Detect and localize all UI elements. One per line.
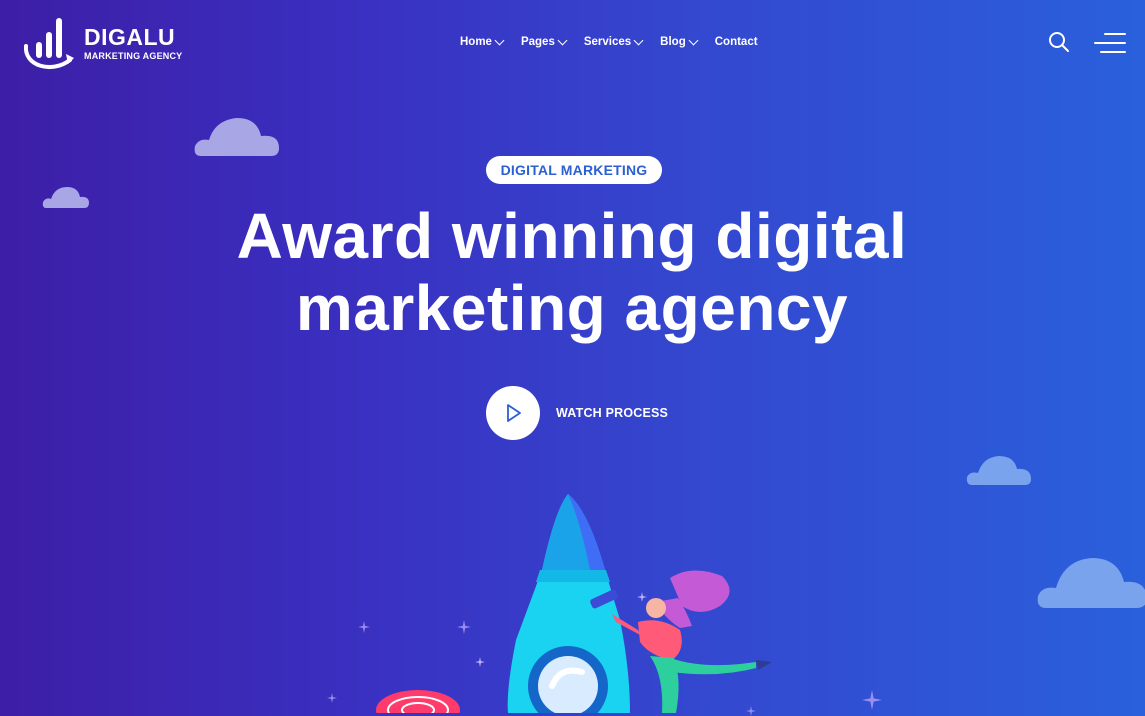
sparkle-decoration xyxy=(862,690,882,710)
chevron-down-icon xyxy=(557,35,568,46)
hero-title-line1: Award winning digital xyxy=(236,200,908,272)
chevron-down-icon xyxy=(633,35,644,46)
chevron-down-icon xyxy=(494,35,505,46)
nav-item-home[interactable]: Home xyxy=(460,35,505,48)
play-button[interactable] xyxy=(486,386,540,440)
watch-process-label: WATCH PROCESS xyxy=(556,406,669,420)
rocket-illustration xyxy=(376,494,772,713)
chevron-down-icon xyxy=(688,35,699,46)
hero-title-line2: marketing agency xyxy=(295,272,849,344)
nav-label: Contact xyxy=(714,36,758,48)
hamburger-menu-icon[interactable] xyxy=(1094,33,1126,53)
nav-item-contact[interactable]: Contact xyxy=(715,36,758,48)
hero-badge: DIGITAL MARKETING xyxy=(486,156,662,184)
nav-label: Home xyxy=(460,36,492,48)
play-icon xyxy=(507,404,521,422)
main-nav: Home Pages Services Blog Contact xyxy=(460,35,758,48)
nav-label: Blog xyxy=(660,36,686,48)
cloud-decoration xyxy=(966,456,1031,485)
nav-label: Services xyxy=(583,36,632,48)
hero-title: Award winning digital marketing agency xyxy=(172,200,972,344)
cloud-decoration xyxy=(42,187,89,208)
logo-chart-icon xyxy=(22,16,78,70)
nav-label: Pages xyxy=(520,36,555,48)
nav-item-pages[interactable]: Pages xyxy=(520,35,568,48)
target-icon xyxy=(376,690,460,713)
nav-item-blog[interactable]: Blog xyxy=(660,35,699,48)
logo-tagline: MARKETING AGENCY xyxy=(84,50,183,61)
logo-name: DIGALU xyxy=(84,23,176,50)
logo[interactable]: DIGALU MARKETING AGENCY xyxy=(22,16,182,70)
cloud-decoration xyxy=(194,118,279,156)
watch-process-button[interactable]: WATCH PROCESS xyxy=(486,386,668,440)
nav-item-services[interactable]: Services xyxy=(583,35,644,48)
site-header: DIGALU MARKETING AGENCY Home Pages Servi… xyxy=(0,0,1145,86)
search-icon[interactable] xyxy=(1048,31,1070,53)
cloud-decoration xyxy=(1037,558,1145,608)
